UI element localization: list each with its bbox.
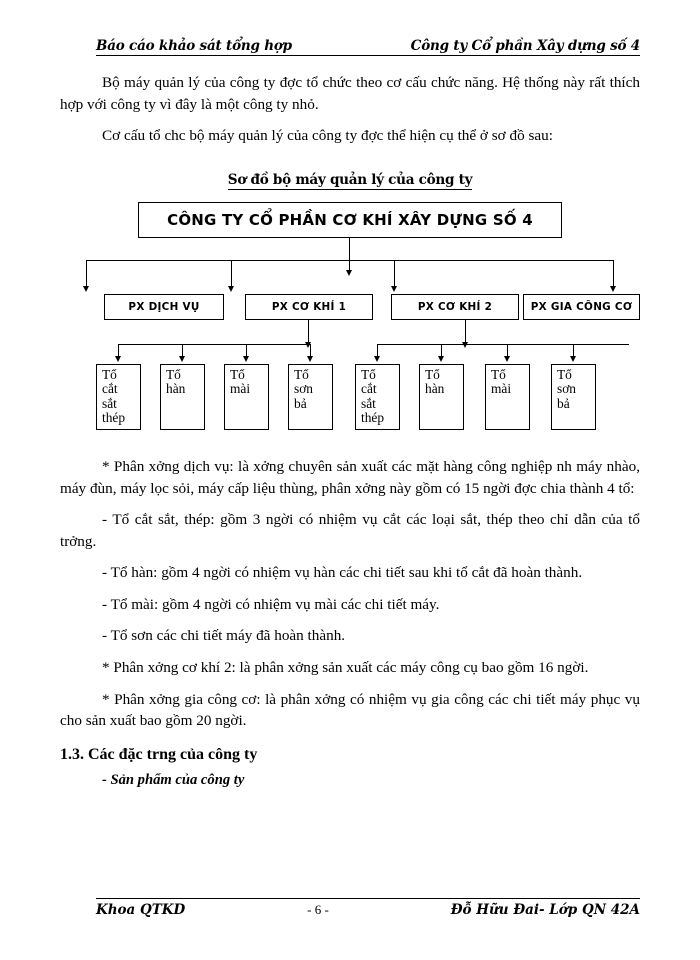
org-leaf-right-4: Tổ sơn bả (551, 364, 596, 430)
arrow-l2-3 (390, 286, 397, 292)
paragraph-2: Cơ cấu tổ chc bộ máy quản lý của công ty… (102, 127, 553, 145)
org-node-px-co-khi-1: PX CƠ KHÍ 1 (245, 294, 373, 320)
sub-bullet-san-pham: - Sản phẩm của công ty (102, 771, 245, 788)
org-node-px-co-khi-2-label: PX CƠ KHÍ 2 (417, 301, 493, 313)
org-leaf-right-2: Tổ hàn (419, 364, 464, 430)
arrow-leaf-l1 (114, 356, 121, 362)
arrow-leaf-l4 (306, 356, 313, 362)
org-leaf-left-3-label: Tổ mài (230, 367, 251, 397)
arrow-l2-4 (609, 286, 616, 292)
header-right-text: Công ty Cổ phần Xây dựng số 4 (410, 38, 641, 54)
org-node-px-co-khi-1-label: PX CƠ KHÍ 1 (271, 301, 347, 313)
connector-bus-right-leaves (377, 344, 629, 346)
org-leaf-left-4-label: Tổ sơn bả (294, 367, 313, 411)
org-node-px-gia-cong-co: PX GIA CÔNG CƠ (523, 294, 640, 320)
document-page: Báo cáo khảo sát tổng hợp Công ty Cổ phầ… (0, 0, 700, 960)
paragraph-7: - Tổ sơn các chi tiết máy đã hoàn thành. (102, 627, 346, 645)
footer-page-number: - 6 - (307, 902, 329, 917)
connector-drop-l2-3 (394, 260, 396, 288)
footer-left-text: Khoa QTKD (96, 902, 186, 918)
body-text-bottom: * Phân xởng dịch vụ: là xởng chuyên sản … (60, 456, 640, 789)
connector-drop-l2-1 (86, 260, 88, 288)
connector-drop-right-group (465, 320, 467, 344)
org-leaf-left-1-label: Tổ cắt sắt thép (102, 367, 126, 426)
arrow-root-center (345, 270, 352, 276)
org-node-root: CÔNG TY CỔ PHẦN CƠ KHÍ XÂY DỰNG SỐ 4 (138, 202, 562, 238)
paragraph-3: * Phân xởng dịch vụ: là xởng chuyên sản … (60, 458, 640, 497)
org-node-px-dich-vu: PX DỊCH VỤ (104, 294, 224, 320)
org-node-px-co-khi-2: PX CƠ KHÍ 2 (391, 294, 519, 320)
org-leaf-right-2-label: Tổ hàn (425, 367, 445, 397)
running-header: Báo cáo khảo sát tổng hợp Công ty Cổ phầ… (96, 38, 640, 56)
connector-drop-left-group (308, 320, 310, 344)
arrow-leaf-l2 (178, 356, 185, 362)
arrow-leaf-r3 (503, 356, 510, 362)
paragraph-6: - Tổ mài: gồm 4 ngời có nhiệm vụ mài các… (102, 595, 440, 613)
org-node-root-label: CÔNG TY CỔ PHẦN CƠ KHÍ XÂY DỰNG SỐ 4 (167, 211, 533, 229)
header-left-text: Báo cáo khảo sát tổng hợp (96, 38, 292, 54)
diagram-title: Sơ đồ bộ máy quản lý của công ty (60, 172, 640, 190)
org-chart-diagram: Sơ đồ bộ máy quản lý của công ty CÔNG TY… (60, 172, 640, 454)
paragraph-4: - Tổ cắt sắt, thép: gồm 3 ngời có nhiệm … (60, 511, 640, 550)
connector-drop-l2-2 (231, 260, 233, 288)
org-leaf-left-2: Tổ hàn (160, 364, 205, 430)
arrow-leaf-r4 (569, 356, 576, 362)
arrow-leaf-r1 (373, 356, 380, 362)
connector-root-stub (349, 238, 351, 272)
org-leaf-left-4: Tổ sơn bả (288, 364, 333, 430)
org-leaf-left-3: Tổ mài (224, 364, 269, 430)
org-leaf-right-1: Tổ cắt sắt thép (355, 364, 400, 430)
org-leaf-right-3-label: Tổ mài (491, 367, 512, 397)
org-leaf-right-1-label: Tổ cắt sắt thép (361, 367, 385, 426)
org-node-px-gia-cong-co-label: PX GIA CÔNG CƠ (530, 301, 633, 313)
paragraph-8: * Phân xởng cơ khí 2: là phân xởng sản x… (102, 659, 589, 677)
connector-bus-level2 (86, 260, 613, 262)
section-heading-1-3: 1.3. Các đặc trng của công ty (60, 745, 258, 763)
org-leaf-left-2-label: Tổ hàn (166, 367, 186, 397)
diagram-title-text: Sơ đồ bộ máy quản lý của công ty (227, 172, 473, 190)
org-leaf-right-3: Tổ mài (485, 364, 530, 430)
org-leaf-left-1: Tổ cắt sắt thép (96, 364, 141, 430)
arrow-l2-2 (227, 286, 234, 292)
arrow-l2-1 (82, 286, 89, 292)
org-leaf-right-4-label: Tổ sơn bả (557, 367, 576, 411)
connector-drop-l2-4 (613, 260, 615, 288)
body-text-top: Bộ máy quản lý của công ty đợc tổ chức t… (60, 72, 640, 151)
org-node-px-dich-vu-label: PX DỊCH VỤ (128, 301, 200, 313)
footer-right-text: Đỗ Hữu Đai- Lớp QN 42A (450, 902, 640, 918)
paragraph-1: Bộ máy quản lý của công ty đợc tổ chức t… (60, 74, 640, 113)
paragraph-9: * Phân xởng gia công cơ: là phân xởng có… (60, 690, 640, 730)
paragraph-5: - Tổ hàn: gồm 4 ngời có nhiệm vụ hàn các… (102, 564, 583, 582)
running-footer: Khoa QTKD - 6 - Đỗ Hữu Đai- Lớp QN 42A (96, 898, 640, 918)
arrow-leaf-r2 (437, 356, 444, 362)
arrow-leaf-l3 (242, 356, 249, 362)
connector-bus-left-leaves (118, 344, 310, 346)
